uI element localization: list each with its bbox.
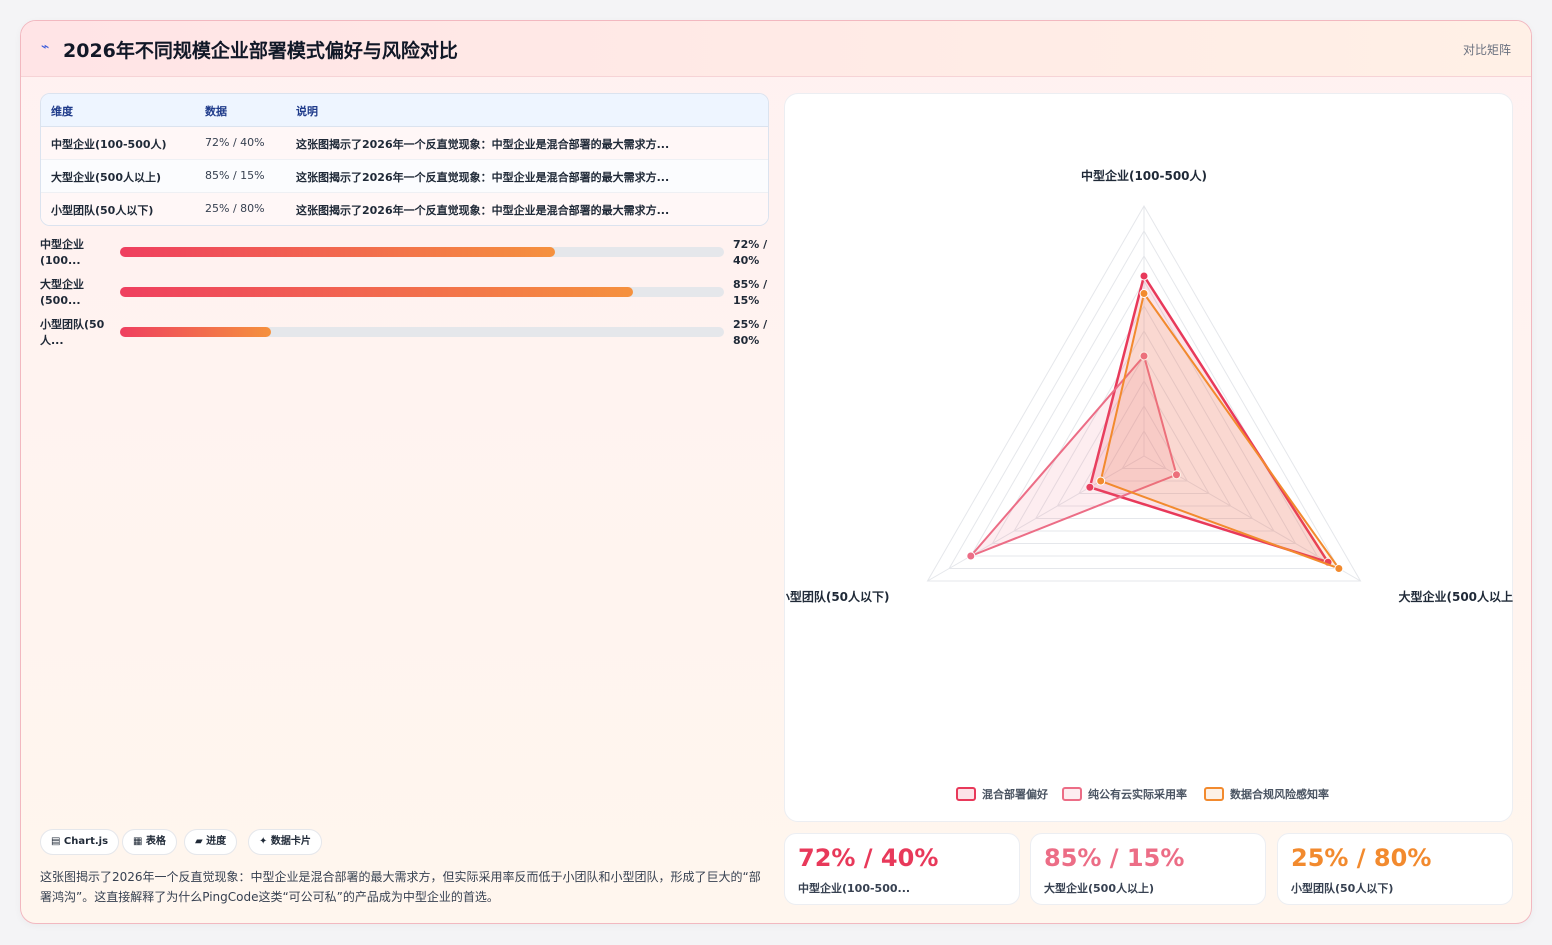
table-header-data: 数据 [205,105,227,118]
radar-data-point [966,551,976,561]
progress-value: 25% / 80% [733,318,768,347]
table-header-dim: 维度 [51,105,73,118]
wave-icon: ⌁ [41,39,50,55]
radar-data-point [1139,289,1149,298]
radar-chart-panel: 中型企业(100-500人) 大型企业(500人以上) 小型团队(50人以下) 混合部… [784,93,1514,822]
legend-swatch [1062,787,1082,801]
table-cell-data: 25% / 80% [205,202,265,215]
data-table: 维度 数据 说明 中型企业(100-500人) 72% / 40% 这张图揭示了… [40,93,769,226]
progress-value: 72% / 40% [733,238,768,267]
progress-label: 大型企业(500... [40,278,84,307]
kpi-caption: 小型团队(50人以下) [1291,882,1394,895]
table-cell-data: 72% / 40% [205,136,265,149]
page-title: 2026年不同规模企业部署模式偏好与风险对比 [63,40,458,62]
radar-data-point [1334,564,1344,573]
legend-swatch [1204,787,1224,801]
chip-chartjs[interactable]: ▤ Chart.js [40,829,120,855]
kpi-caption: 中型企业(100-500... [798,882,911,895]
radar-category-label: 小型团队(50人以下) [785,589,889,604]
progress-track [120,247,724,257]
chip-data-card[interactable]: ✦ 数据卡片 [248,829,322,855]
legend-label: 混合部署偏好 [982,787,1048,801]
radar-data-point [1096,476,1106,486]
progress-item: 小型团队(50人... 25% / 80% [40,317,769,353]
table-row[interactable]: 中型企业(100-500人) 72% / 40% 这张图揭示了2026年一个反直… [41,127,768,160]
radar-category-label: 中型企业(100-500人) [1081,168,1207,183]
radar-category-label: 大型企业(500人以上) [1399,589,1514,604]
progress-fill [120,247,555,257]
kpi-value: 85% / 15% [1044,844,1185,872]
view-badge[interactable]: 对比矩阵 [1463,41,1511,58]
kpi-card-large: 85% / 15% 大型企业(500人以上) [1030,833,1266,905]
legend-label: 数据合规风险感知率 [1230,787,1329,801]
table-cell-dim: 中型企业(100-500人) [51,138,167,151]
table-cell-desc: 这张图揭示了2026年一个反直觉现象：中型企业是混合部署的最大需求方... [296,171,670,184]
chip-progress[interactable]: ▰ 进度 [184,829,238,855]
kpi-card-small: 25% / 80% 小型团队(50人以下) [1277,833,1513,905]
legend-label: 纯公有云实际采用率 [1088,787,1187,801]
radar-data-point [1139,271,1149,281]
chip-table[interactable]: ▦ 表格 [122,829,177,855]
legend-swatch [956,787,976,801]
header: ⌁ 2026年不同规模企业部署模式偏好与风险对比 对比矩阵 [21,21,1531,77]
table-cell-desc: 这张图揭示了2026年一个反直觉现象：中型企业是混合部署的最大需求方... [296,138,670,151]
progress-fill [120,327,271,337]
radar-chart: 中型企业(100-500人) 大型企业(500人以上) 小型团队(50人以下) 混合部… [785,168,1514,801]
summary-text: 这张图揭示了2026年一个反直觉现象：中型企业是混合部署的最大需求方，但实际采用… [40,870,761,904]
dashboard-card: ⌁ 2026年不同规模企业部署模式偏好与风险对比 对比矩阵 维度 数据 说明 中… [20,20,1532,924]
kpi-value: 72% / 40% [798,844,939,872]
progress-item: 中型企业(100... 72% / 40% [40,237,769,273]
kpi-caption: 大型企业(500人以上) [1044,882,1155,895]
kpi-value: 25% / 80% [1291,844,1432,872]
table-cell-dim: 大型企业(500人以上) [51,171,162,184]
table-cell-dim: 小型团队(50人以下) [51,204,154,217]
progress-label: 中型企业(100... [40,238,84,267]
progress-track [120,287,724,297]
progress-label: 小型团队(50人... [40,318,105,347]
table-header-desc: 说明 [296,105,318,118]
progress-item: 大型企业(500... 85% / 15% [40,277,769,313]
table-cell-data: 85% / 15% [205,169,265,182]
progress-track [120,327,724,337]
table-header-row: 维度 数据 说明 [41,94,768,127]
table-row[interactable]: 大型企业(500人以上) 85% / 15% 这张图揭示了2026年一个反直觉现… [41,160,768,193]
kpi-card-mid: 72% / 40% 中型企业(100-500... [784,833,1020,905]
progress-value: 85% / 15% [733,278,768,307]
table-row[interactable]: 小型团队(50人以下) 25% / 80% 这张图揭示了2026年一个反直觉现象… [41,193,768,225]
progress-fill [120,287,634,297]
table-cell-desc: 这张图揭示了2026年一个反直觉现象：中型企业是混合部署的最大需求方... [296,204,670,217]
